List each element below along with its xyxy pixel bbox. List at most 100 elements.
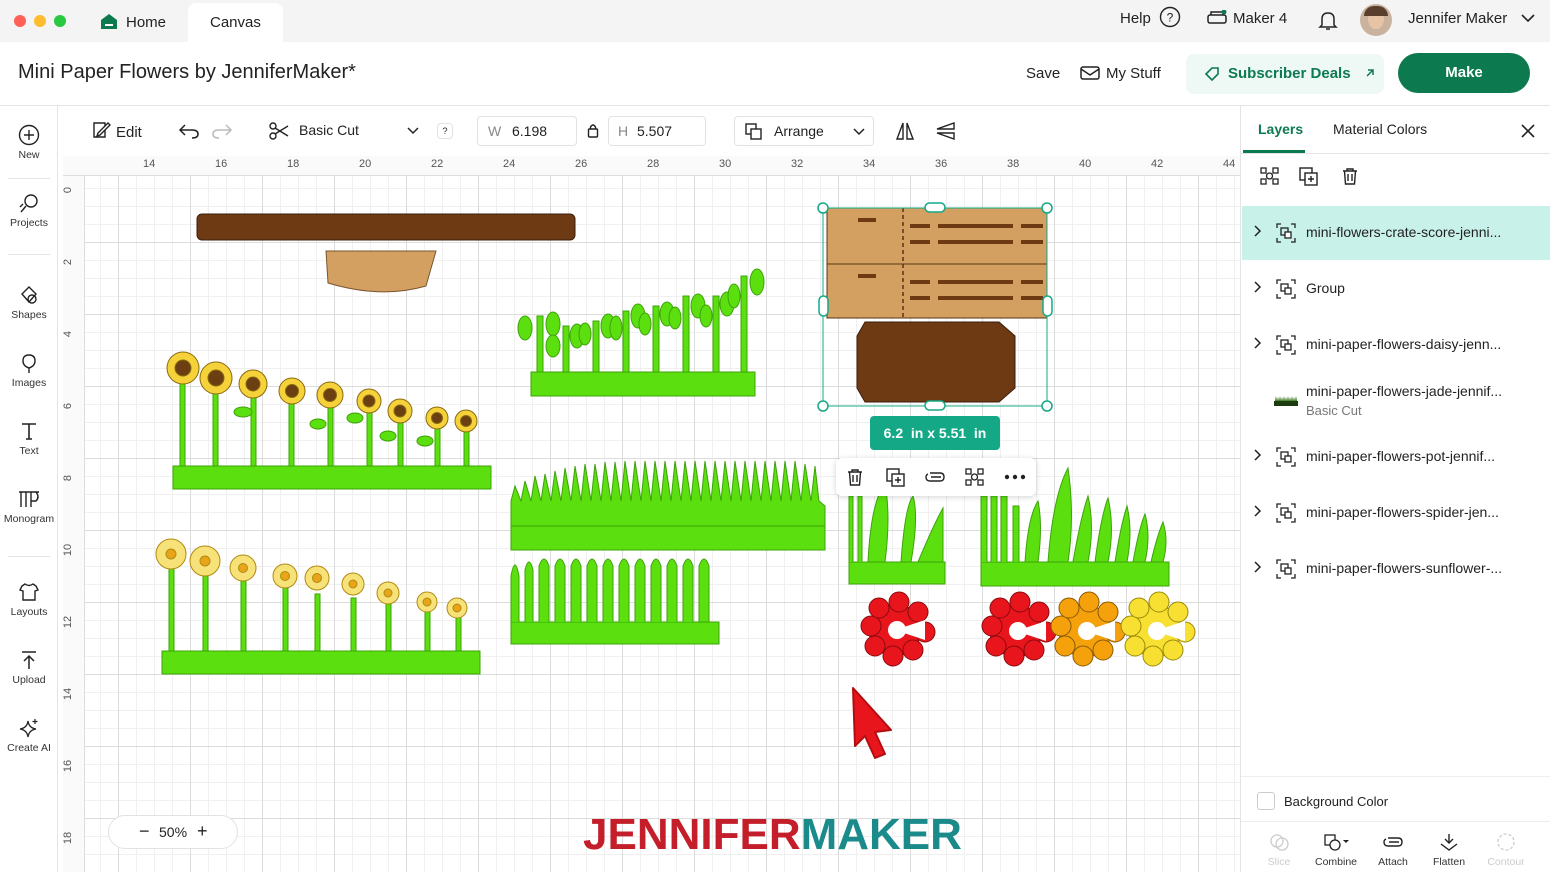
height-field[interactable]: H 5.507 [608,116,706,146]
bell-icon[interactable] [1317,9,1339,31]
chevron-right-icon[interactable] [1254,505,1262,517]
layer-row[interactable]: mini-paper-flowers-spider-jen... [1242,486,1550,540]
layer-row[interactable]: mini-paper-flowers-jade-jennif... Basic … [1242,374,1550,430]
sunflower-row-piece[interactable] [166,351,492,490]
edit-icon [93,122,111,138]
width-field[interactable]: W 6.198 [477,116,577,146]
chevron-right-icon[interactable] [1254,281,1262,293]
zoom-out-button[interactable]: − [139,816,150,846]
help-button[interactable]: Help ? [1120,0,1181,42]
make-button[interactable]: Make [1398,53,1530,93]
ruler-label: 8 [62,474,75,482]
rail-new[interactable]: New [0,124,58,161]
machine-label: Maker 4 [1233,10,1288,27]
save-button[interactable]: Save [1026,64,1060,84]
home-icon [101,14,117,29]
close-icon[interactable] [1520,123,1536,139]
machine-button[interactable]: Maker 4 [1207,0,1287,42]
tab-material-colors[interactable]: Material Colors [1333,121,1427,137]
layer-row[interactable]: mini-paper-flowers-daisy-jenn... [1242,318,1550,372]
ruler-label: 32 [791,158,804,170]
height-value: 5.507 [637,123,673,139]
lock-icon[interactable] [587,123,599,138]
rail-monogram[interactable]: Monogram [0,488,58,525]
arrange-select[interactable]: Arrange [734,116,874,146]
operation-select[interactable]: Basic Cut [259,116,429,146]
flip-horizontal-icon[interactable] [895,120,915,142]
delete-icon[interactable] [1341,167,1359,186]
flip-vertical-icon[interactable] [934,121,956,141]
minimize-window-icon[interactable] [34,15,46,27]
delete-icon[interactable] [846,468,864,487]
svg-text:?: ? [1167,11,1174,25]
ruler-label: 6 [62,402,75,410]
edit-button[interactable]: Edit [91,120,142,143]
slice-button[interactable]: Slice [1255,832,1303,868]
rail-divider [8,254,50,255]
grass-blades-piece[interactable] [510,460,826,645]
operation-help-button[interactable]: ? [437,123,453,139]
jennifermaker-watermark: JENNIFERMAKER [583,810,962,860]
duplicate-icon[interactable] [1299,167,1319,186]
ruler-label: 14 [143,158,156,170]
design-canvas[interactable]: 6.2 in x 5.51 in JENNIFERMAKER [63,156,1240,872]
panel-divider [1241,821,1550,822]
chevron-right-icon[interactable] [1254,561,1262,573]
attach-button[interactable]: Attach [1369,832,1417,868]
tab-layers[interactable]: Layers [1258,121,1303,137]
ruler-label: 40 [1079,158,1092,170]
duplicate-icon[interactable] [886,468,906,487]
leaf-sprouts-piece[interactable] [517,268,765,397]
pot-band-piece[interactable] [325,250,437,293]
rail-text[interactable]: Text [0,420,58,457]
rail-projects[interactable]: Projects [0,192,58,229]
ruler-label: 16 [62,759,75,773]
ungroup-icon[interactable] [964,467,986,487]
group-icon[interactable] [1259,166,1281,186]
rail-create-ai[interactable]: Create AI [0,717,58,754]
projects-icon [19,194,38,213]
redo-icon[interactable] [211,122,233,140]
panel-divider [1241,153,1550,154]
layer-row[interactable]: mini-paper-flowers-pot-jennif... [1242,430,1550,484]
combine-label: Combine [1314,856,1358,868]
tab-canvas[interactable]: Canvas [188,3,283,42]
ruler-label: 28 [647,158,660,170]
chevron-right-icon[interactable] [1254,449,1262,461]
layer-row[interactable]: mini-paper-flowers-sunflower-... [1242,542,1550,596]
title-bar: Home Canvas Help ? Maker 4 Jennifer Make… [0,0,1550,42]
rail-upload[interactable]: Upload [0,649,58,686]
edit-toolbar: Edit Basic Cut ? W 6.198 H 5.507 Arrange [63,106,1240,156]
tab-home[interactable]: Home [100,3,166,42]
user-menu[interactable]: Jennifer Maker [1408,0,1535,42]
background-color-checkbox[interactable] [1257,792,1275,810]
close-window-icon[interactable] [14,15,26,27]
contour-icon [1497,833,1515,851]
avatar[interactable] [1360,4,1392,36]
chevron-right-icon[interactable] [1254,337,1262,349]
rail-layouts[interactable]: Layouts [0,581,58,618]
layer-row[interactable]: Group [1242,262,1550,316]
layer-row[interactable]: mini-flowers-crate-score-jenni... [1242,206,1550,260]
rail-shapes[interactable]: Shapes [0,284,58,321]
combine-button[interactable]: Combine [1311,832,1361,868]
subscriber-deals-button[interactable]: Subscriber Deals [1186,54,1384,94]
crate-plank-piece[interactable] [196,213,576,241]
spider-flowers-piece[interactable] [860,591,1196,667]
selected-crate-group[interactable] [817,202,1053,412]
contour-label: Contour [1487,856,1525,868]
ruler-label: 24 [503,158,516,170]
more-options-icon[interactable] [1004,474,1026,480]
zoom-in-button[interactable]: + [197,816,208,846]
contour-button[interactable]: Contour [1481,832,1531,868]
rail-images[interactable]: Images [0,352,58,389]
daisy-row-piece[interactable] [155,538,481,675]
undo-icon[interactable] [178,122,200,140]
my-stuff-button[interactable]: My Stuff [1080,64,1161,84]
project-title[interactable]: Mini Paper Flowers by JenniferMaker* [18,61,356,84]
chevron-right-icon[interactable] [1254,225,1262,237]
maximize-window-icon[interactable] [54,15,66,27]
width-label: W [488,123,502,139]
flatten-button[interactable]: Flatten [1425,832,1473,868]
attach-icon[interactable] [924,470,946,484]
